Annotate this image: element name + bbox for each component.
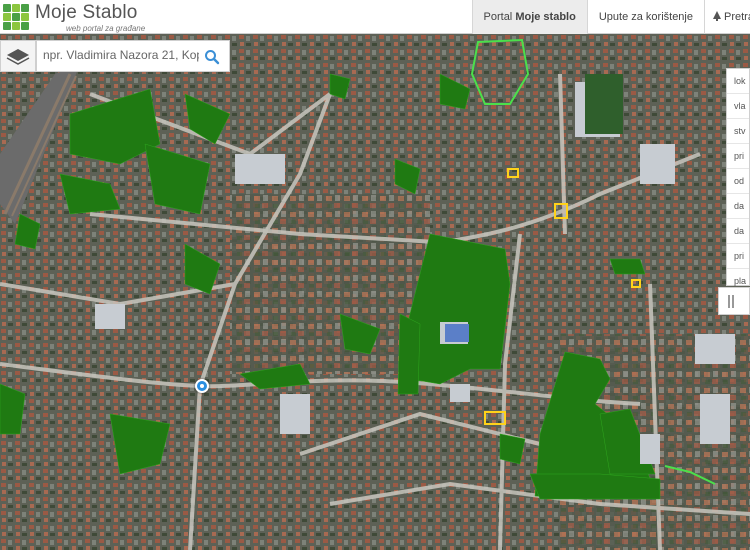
filter-row[interactable]: vla bbox=[727, 94, 749, 119]
layers-button[interactable] bbox=[0, 40, 36, 72]
address-search-input[interactable] bbox=[43, 48, 199, 62]
panel-toggle-handle[interactable] bbox=[718, 287, 750, 315]
address-search bbox=[36, 40, 230, 72]
sports-field bbox=[585, 74, 623, 134]
nav-portal-prefix: Portal bbox=[483, 11, 516, 23]
court bbox=[445, 324, 469, 342]
location-icon[interactable] bbox=[195, 379, 209, 393]
top-bar: Moje Stablo web portal za građane Portal… bbox=[0, 0, 750, 34]
grip-icon bbox=[728, 295, 730, 308]
filter-row[interactable]: od bbox=[727, 169, 749, 194]
filter-panel: lok vla stv pri od da da pri pla bbox=[726, 68, 750, 294]
nav-item-guide[interactable]: Upute za korištenje bbox=[586, 0, 704, 34]
filter-row[interactable]: pri bbox=[727, 244, 749, 269]
search-icon[interactable] bbox=[204, 49, 220, 65]
logo-mark-icon bbox=[3, 4, 29, 30]
filter-row[interactable]: da bbox=[727, 219, 749, 244]
nav-portal-name: Moje stablo bbox=[515, 11, 576, 23]
filter-row[interactable]: da bbox=[727, 194, 749, 219]
nav-item-search[interactable]: Pretraž bbox=[704, 0, 750, 34]
main-nav: Portal Moje stablo Upute za korištenje P… bbox=[471, 0, 750, 34]
logo[interactable]: Moje Stablo web portal za građane bbox=[3, 2, 145, 33]
satellite-map[interactable] bbox=[0, 34, 750, 550]
filter-row[interactable]: stv bbox=[727, 119, 749, 144]
nav-search-label: Pretraž bbox=[724, 11, 750, 23]
filter-row[interactable]: pri bbox=[727, 144, 749, 169]
tree-icon bbox=[713, 11, 721, 21]
logo-subtitle: web portal za građane bbox=[66, 24, 146, 33]
filter-row[interactable]: lok bbox=[727, 69, 749, 94]
map-canvas[interactable] bbox=[0, 34, 750, 550]
logo-title: Moje Stablo bbox=[35, 2, 138, 23]
layers-icon bbox=[6, 49, 30, 65]
nav-item-portal[interactable]: Portal Moje stablo bbox=[471, 0, 587, 34]
